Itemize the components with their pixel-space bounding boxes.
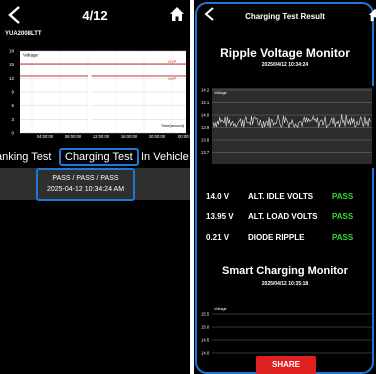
y-tick-label: 14.1 bbox=[201, 100, 210, 105]
y-tick-label: 3 bbox=[11, 117, 14, 122]
smart-plot-area bbox=[212, 304, 372, 356]
result-timestamp: 2025-04-12 10:34:24 AM bbox=[46, 186, 125, 193]
y-tick-label: 15 bbox=[9, 62, 15, 67]
load-volts-status: PASS bbox=[332, 212, 354, 221]
y-tick-label: 0 bbox=[11, 131, 14, 136]
x-tick-label: 08:00:00 bbox=[65, 134, 82, 139]
load-volts-label: ALT. LOAD VOLTS bbox=[248, 212, 318, 221]
smart-monitor-date: 2025/04/12 10:35:18 bbox=[261, 281, 309, 287]
chart-y-ticks: 18 15 12 9 6 3 0 bbox=[9, 49, 15, 136]
ripple-monitor-date: 2025/04/12 10:34:24 bbox=[261, 62, 309, 68]
y-tick-label: 14.0 bbox=[201, 351, 210, 356]
result-top-bar: Charging Test Result bbox=[194, 0, 376, 30]
result-status: PASS / PASS / PASS bbox=[52, 175, 119, 182]
idle-volts-status: PASS bbox=[332, 192, 354, 201]
diode-ripple-value: 0.21 V bbox=[206, 233, 230, 242]
smart-monitor-title: Smart Charging Monitor bbox=[222, 265, 348, 277]
x-tick-label: 16:00:00 bbox=[121, 134, 138, 139]
result-row-load: 13.95 V ALT. LOAD VOLTS PASS bbox=[194, 212, 376, 226]
smart-legend: Voltage bbox=[214, 307, 227, 311]
right-screen: Charging Test Result Ripple Voltage Moni… bbox=[194, 0, 376, 374]
y-tick-label: 18 bbox=[9, 49, 15, 54]
page-title: Charging Test Result bbox=[245, 12, 325, 21]
diode-ripple-status: PASS bbox=[332, 233, 354, 242]
page-counter: 4/12 bbox=[82, 8, 108, 23]
x-tick-label: 20:00:00 bbox=[149, 134, 166, 139]
smart-y-ticks: 15.5 15.0 14.5 14.0 bbox=[201, 312, 210, 356]
idle-volts-value: 14.0 V bbox=[206, 192, 230, 201]
share-button[interactable]: SHARE bbox=[256, 356, 316, 374]
uvp-label: UVP bbox=[168, 76, 177, 81]
chart-legend: Voltage bbox=[23, 53, 39, 58]
tab-in-vehicle-test[interactable]: In Vehicle T bbox=[141, 151, 190, 163]
top-bar: 4/12 bbox=[0, 0, 190, 32]
home-icon[interactable] bbox=[169, 6, 185, 22]
tab-cranking-test[interactable]: anking Test bbox=[0, 151, 51, 163]
test-tabs: anking Test Charging Test In Vehicle T bbox=[0, 145, 190, 169]
y-tick-label: 13.8 bbox=[201, 138, 210, 143]
voltage-history-chart: 18 15 12 9 6 3 0 04:00:00 08:00:00 12:00:00 16:00… bbox=[9, 49, 190, 140]
idle-volts-label: ALT. IDLE VOLTS bbox=[248, 192, 314, 201]
ovp-label: OVP bbox=[168, 59, 177, 64]
y-tick-label: 14.0 bbox=[201, 113, 210, 118]
chart-x-ticks: 04:00:00 08:00:00 12:00:00 16:00:00 20:00:00… bbox=[37, 134, 190, 139]
chart-xlabel: Time(second) bbox=[161, 124, 185, 128]
y-tick-label: 15.0 bbox=[201, 325, 210, 330]
vehicle-id: YUA2008LTT bbox=[5, 31, 42, 37]
left-screen: 4/12 YUA2008LTT 18 15 12 9 6 3 0 04:00:00 08:00… bbox=[0, 0, 190, 374]
ripple-monitor-title: Ripple Voltage Monitor bbox=[220, 46, 350, 60]
load-volts-value: 13.95 V bbox=[206, 212, 234, 221]
y-tick-label: 13.7 bbox=[201, 150, 210, 155]
y-tick-label: 9 bbox=[11, 90, 14, 95]
ripple-voltage-chart: 14.2 14.1 14.0 13.9 13.8 13.7 Voltage bbox=[200, 86, 374, 168]
diode-ripple-label: DIODE RIPPLE bbox=[248, 233, 305, 242]
smart-charging-chart: 15.5 15.0 14.5 14.0 Voltage bbox=[201, 304, 372, 356]
y-tick-label: 15.5 bbox=[201, 312, 210, 317]
y-tick-label: 6 bbox=[11, 103, 14, 108]
y-tick-label: 14.2 bbox=[201, 88, 210, 93]
y-tick-label: 12 bbox=[9, 76, 15, 81]
tab-charging-test[interactable]: Charging Test bbox=[59, 148, 139, 166]
voltage-bar bbox=[88, 70, 92, 133]
result-row-ripple: 0.21 V DIODE RIPPLE PASS bbox=[194, 233, 376, 247]
home-icon[interactable] bbox=[368, 8, 376, 22]
x-tick-label: 04:00:00 bbox=[37, 134, 54, 139]
x-tick-label: 12:00:00 bbox=[93, 134, 110, 139]
ripple-legend: Voltage bbox=[214, 91, 227, 95]
y-tick-label: 13.9 bbox=[201, 125, 210, 130]
result-row-idle: 14.0 V ALT. IDLE VOLTS PASS bbox=[194, 192, 376, 206]
x-tick-label: 00:00:0 bbox=[178, 134, 190, 139]
charging-result-summary[interactable]: PASS / PASS / PASS 2025-04-12 10:34:24 A… bbox=[36, 168, 135, 201]
y-tick-label: 14.5 bbox=[201, 338, 210, 343]
